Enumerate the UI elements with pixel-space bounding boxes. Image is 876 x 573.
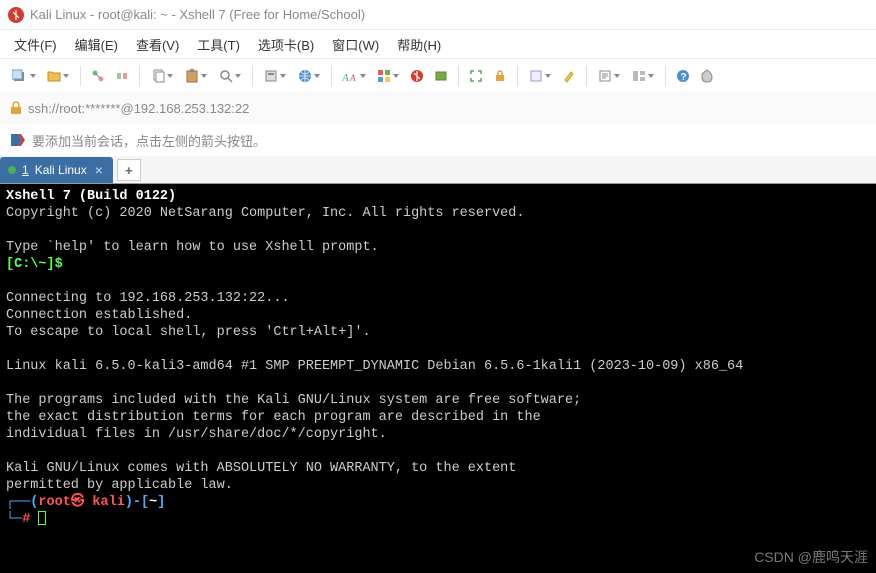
separator <box>665 66 666 86</box>
terminal-line: Type `help' to learn how to use Xshell p… <box>6 240 379 255</box>
connection-status-icon <box>8 166 16 174</box>
separator <box>139 66 140 86</box>
address-text[interactable]: ssh://root:*******@192.168.253.132:22 <box>28 101 249 116</box>
address-bar: ssh://root:*******@192.168.253.132:22 <box>0 92 876 124</box>
terminal-line: Connection established. <box>6 308 192 323</box>
terminal-line: The programs included with the Kali GNU/… <box>6 393 581 408</box>
separator <box>80 66 81 86</box>
copy-button[interactable] <box>146 65 178 87</box>
terminal-line: Connecting to 192.168.253.132:22... <box>6 291 290 306</box>
tab-label: Kali Linux <box>35 163 87 177</box>
app-icon <box>8 7 24 23</box>
menu-edit[interactable]: 编辑(E) <box>71 33 122 56</box>
xftp-button[interactable] <box>430 65 452 87</box>
open-session-button[interactable] <box>42 65 74 87</box>
terminal-line: Kali GNU/Linux comes with ABSOLUTELY NO … <box>6 461 516 476</box>
terminal-line: the exact distribution terms for each pr… <box>6 410 541 425</box>
about-button[interactable] <box>696 65 718 87</box>
menubar: 文件(F) 编辑(E) 查看(V) 工具(T) 选项卡(B) 窗口(W) 帮助(… <box>0 30 876 58</box>
terminal-line: Copyright (c) 2020 NetSarang Computer, I… <box>6 206 524 221</box>
menu-help[interactable]: 帮助(H) <box>393 33 445 56</box>
properties-button[interactable] <box>259 65 291 87</box>
menu-tabs[interactable]: 选项卡(B) <box>254 33 318 56</box>
new-session-button[interactable] <box>8 65 40 87</box>
tab-number: 1 <box>22 163 29 177</box>
menu-tools[interactable]: 工具(T) <box>193 33 244 56</box>
separator <box>517 66 518 86</box>
lock-button[interactable] <box>489 65 511 87</box>
xagent-button[interactable] <box>406 65 428 87</box>
svg-text:A: A <box>342 72 349 83</box>
paste-button[interactable] <box>180 65 212 87</box>
terminal-line: Linux kali 6.5.0-kali3-amd64 #1 SMP PREE… <box>6 359 743 374</box>
separator <box>252 66 253 86</box>
svg-text:A: A <box>349 73 356 83</box>
disconnect-button[interactable] <box>111 65 133 87</box>
arrow-flag-icon[interactable] <box>10 133 24 147</box>
tab-bar: 1 Kali Linux × + <box>0 156 876 184</box>
window-title: Kali Linux - root@kali: ~ - Xshell 7 (Fr… <box>30 7 365 22</box>
prompt-bracket-close: ] <box>157 495 165 510</box>
highlight-button[interactable] <box>558 65 580 87</box>
prompt-host: kali <box>92 495 124 510</box>
terminal-line: Xshell 7 (Build 0122) <box>6 189 176 204</box>
terminal[interactable]: Xshell 7 (Build 0122) Copyright (c) 2020… <box>0 184 876 573</box>
font-button[interactable]: AA <box>338 65 370 87</box>
svg-text:?: ? <box>681 72 687 83</box>
prompt-corner: ┌──( <box>6 495 38 510</box>
cursor <box>38 511 46 525</box>
menu-file[interactable]: 文件(F) <box>10 33 61 56</box>
web-button[interactable] <box>293 65 325 87</box>
color-button[interactable] <box>372 65 404 87</box>
prompt-bracket: )-[ <box>125 495 149 510</box>
hint-bar: 要添加当前会话，点击左侧的箭头按钮。 <box>0 124 876 156</box>
fullscreen-button[interactable] <box>465 65 487 87</box>
tab-add-button[interactable]: + <box>117 159 141 181</box>
prompt-at: ㉿ <box>71 495 93 510</box>
window-titlebar: Kali Linux - root@kali: ~ - Xshell 7 (Fr… <box>0 0 876 30</box>
help-button[interactable]: ? <box>672 65 694 87</box>
terminal-prompt-local: [C:\~]$ <box>6 257 63 272</box>
hint-text: 要添加当前会话，点击左侧的箭头按钮。 <box>32 131 266 150</box>
tab-active[interactable]: 1 Kali Linux × <box>0 157 113 183</box>
terminal-line: individual files in /usr/share/doc/*/cop… <box>6 427 387 442</box>
separator <box>458 66 459 86</box>
prompt-line2: └─ <box>6 512 22 527</box>
prompt-hash: # <box>22 512 30 527</box>
toolbar: AA ? <box>0 58 876 92</box>
clear-button[interactable] <box>524 65 556 87</box>
script-button[interactable] <box>593 65 625 87</box>
menu-view[interactable]: 查看(V) <box>132 33 183 56</box>
menu-window[interactable]: 窗口(W) <box>328 33 383 56</box>
layout-button[interactable] <box>627 65 659 87</box>
terminal-line: permitted by applicable law. <box>6 478 233 493</box>
separator <box>331 66 332 86</box>
separator <box>586 66 587 86</box>
tab-close-button[interactable]: × <box>93 162 105 178</box>
lock-icon <box>10 101 22 115</box>
terminal-line: To escape to local shell, press 'Ctrl+Al… <box>6 325 371 340</box>
prompt-user: root <box>38 495 70 510</box>
find-button[interactable] <box>214 65 246 87</box>
reconnect-button[interactable] <box>87 65 109 87</box>
